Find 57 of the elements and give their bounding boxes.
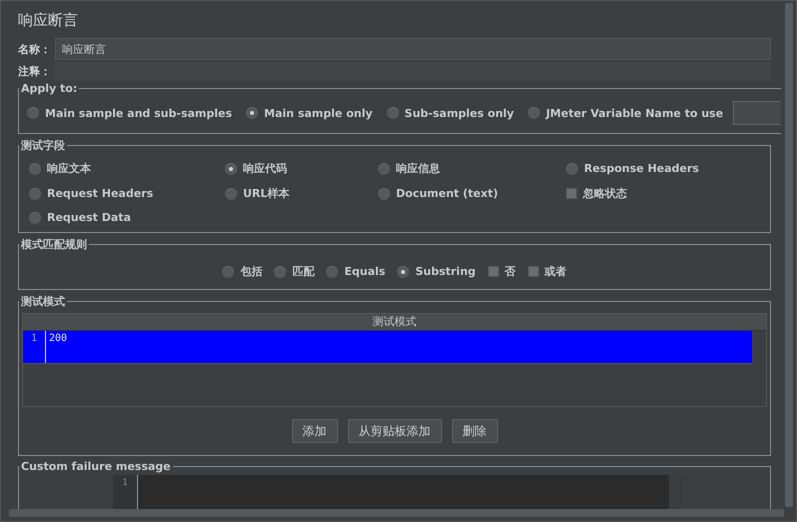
line-number: 1	[122, 477, 128, 488]
option-label: JMeter Variable Name to use	[546, 106, 724, 120]
radio-button[interactable]	[274, 266, 286, 278]
group-legend: Apply to:	[19, 82, 80, 95]
radio-button[interactable]	[386, 107, 399, 119]
horizontal-scrollbar[interactable]	[9, 509, 784, 517]
radio-button[interactable]	[225, 162, 237, 174]
group-legend: 测试模式	[19, 294, 67, 309]
radio-button[interactable]	[29, 188, 41, 200]
radio-button[interactable]	[378, 162, 390, 174]
option-label: Sub-samples only	[404, 106, 514, 120]
option-label: 忽略状态	[583, 186, 627, 201]
radio-button[interactable]	[29, 212, 41, 224]
option-label: 响应文本	[47, 161, 91, 176]
group-legend: 模式匹配规则	[19, 237, 89, 252]
column-header[interactable]: 测试模式	[23, 314, 766, 331]
radio-button[interactable]	[397, 266, 410, 278]
option-label: Substring	[415, 265, 476, 278]
checkbox[interactable]	[488, 266, 499, 277]
panel-title: 响应断言	[18, 10, 79, 31]
group-legend: Custom failure message	[19, 460, 173, 473]
option-label: 匹配	[292, 264, 314, 279]
radio-button[interactable]	[27, 107, 39, 119]
option-label: URL样本	[243, 186, 290, 201]
radio-button[interactable]	[566, 162, 578, 174]
radio-button[interactable]	[246, 107, 258, 119]
name-field[interactable]: 响应断言	[55, 38, 771, 60]
action-button[interactable]: 添加	[292, 419, 338, 443]
option-label: Response Headers	[584, 162, 699, 175]
option-label: 或者	[544, 264, 567, 279]
name-label: 名称：	[18, 42, 51, 56]
option-label: 否	[504, 264, 516, 279]
pattern-value: 200	[45, 331, 70, 363]
option-label: Document (text)	[396, 187, 498, 200]
vertical-scrollbar[interactable]	[785, 3, 793, 507]
option-label: 包括	[240, 264, 262, 279]
radio-button[interactable]	[378, 188, 390, 200]
radio-button[interactable]	[29, 162, 41, 174]
checkbox[interactable]	[566, 188, 577, 199]
radio-button[interactable]	[528, 107, 540, 119]
table-row[interactable]: 1 200	[23, 331, 752, 363]
comment-label: 注释：	[18, 64, 51, 78]
action-button[interactable]: 从剪贴板添加	[348, 419, 442, 443]
line-number: 1	[30, 332, 38, 344]
option-label: Main sample and sub-samples	[45, 106, 232, 120]
option-label: 响应信息	[396, 161, 440, 176]
option-label: Main sample only	[264, 106, 373, 120]
option-label: Request Headers	[47, 187, 154, 200]
radio-button[interactable]	[225, 188, 237, 200]
radio-button[interactable]	[326, 266, 338, 278]
group-legend: 测试字段	[19, 138, 67, 153]
radio-button[interactable]	[222, 266, 234, 278]
option-label: Equals	[344, 265, 386, 278]
option-label: Request Data	[47, 211, 131, 224]
action-button[interactable]: 删除	[452, 419, 498, 443]
option-label: 响应代码	[243, 161, 287, 176]
checkbox[interactable]	[528, 266, 539, 277]
